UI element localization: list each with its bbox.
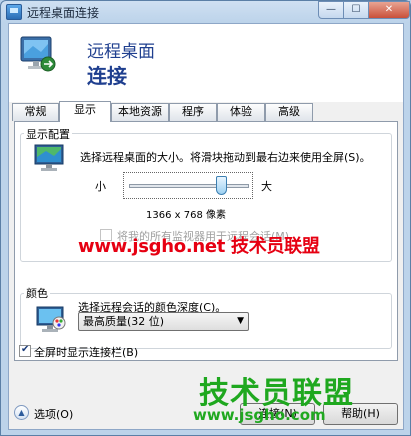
- options-label[interactable]: 选项(O): [34, 406, 73, 422]
- window-title: 远程桌面连接: [27, 6, 100, 20]
- banner-title-line2: 连接: [87, 64, 127, 88]
- resolution-slider-thumb[interactable]: [216, 176, 227, 195]
- tab-advanced[interactable]: 高级: [265, 103, 313, 121]
- color-group-label: 颜色: [24, 285, 50, 301]
- tab-experience[interactable]: 体验: [217, 103, 265, 121]
- title-bar[interactable]: 远程桌面连接 — ☐ ✕: [1, 1, 411, 23]
- banner: 远程桌面 连接: [9, 24, 403, 102]
- color-depth-value: 最高质量(32 位): [83, 315, 165, 328]
- show-connection-bar-label: 全屏时显示连接栏(B): [34, 346, 139, 359]
- watermark-green-url: www.jsgho.com: [193, 406, 326, 424]
- banner-title-line1: 远程桌面: [87, 42, 155, 62]
- maximize-button[interactable]: ☐: [343, 1, 369, 19]
- color-depth-select[interactable]: 最高质量(32 位) ▼: [78, 312, 249, 331]
- minimize-button[interactable]: —: [318, 1, 344, 19]
- show-connection-bar-checkbox[interactable]: [19, 344, 31, 357]
- watermark-red-text: www.jsgho.net 技术员联盟: [78, 236, 320, 257]
- app-icon: [6, 4, 22, 20]
- resolution-slider-track[interactable]: [129, 184, 249, 188]
- tab-display[interactable]: 显示: [59, 101, 111, 122]
- close-button[interactable]: ✕: [368, 1, 410, 19]
- color-palette-icon: [36, 306, 66, 332]
- chevron-down-icon: ▼: [237, 316, 244, 326]
- options-expand-icon[interactable]: ▲: [14, 405, 29, 420]
- tab-general[interactable]: 常规: [12, 103, 59, 121]
- window: 远程桌面连接 — ☐ ✕ 远程桌面 连接 常规 显示 本地资源 程序 体验 高级: [0, 0, 411, 436]
- display-monitor-icon: [34, 144, 64, 171]
- tab-programs[interactable]: 程序: [169, 103, 217, 121]
- tab-local-resources[interactable]: 本地资源: [111, 103, 169, 121]
- slider-max-label: 大: [261, 180, 272, 193]
- display-size-instruction: 选择远程桌面的大小。将滑块拖动到最右边来使用全屏(S)。: [80, 151, 371, 164]
- display-config-label: 显示配置: [24, 126, 72, 142]
- remote-desktop-monitor-icon: [20, 36, 56, 72]
- resolution-readout: 1366 x 768 像素: [146, 210, 226, 221]
- slider-min-label: 小: [95, 180, 106, 193]
